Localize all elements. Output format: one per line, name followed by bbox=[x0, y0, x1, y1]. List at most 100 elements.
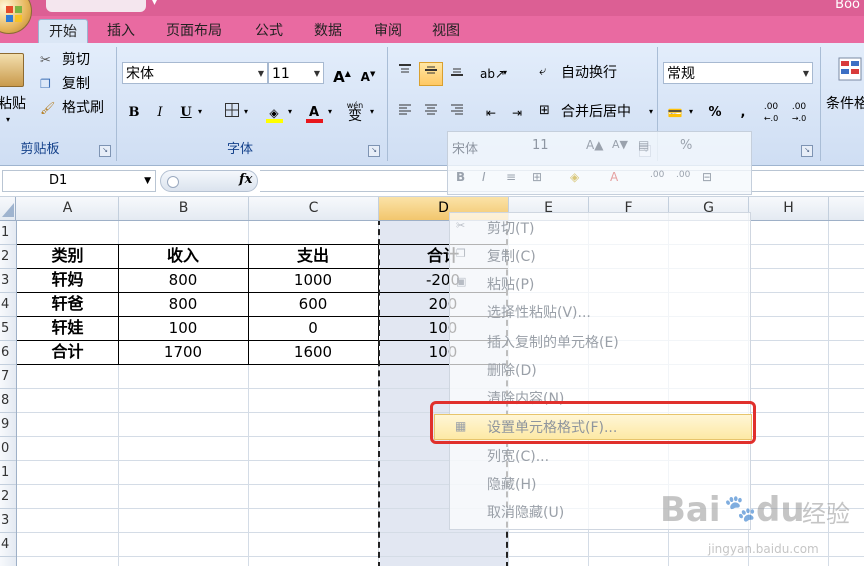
column-header-a[interactable]: A bbox=[17, 197, 119, 220]
increase-decimal-button[interactable]: .00 ←.0 bbox=[759, 101, 783, 125]
mini-grow-font-icon[interactable]: A▲ bbox=[586, 138, 603, 152]
comma-button[interactable]: , bbox=[731, 101, 755, 125]
phonetic-dropdown-icon[interactable]: ▾ bbox=[370, 107, 374, 116]
row-header[interactable]: 1 bbox=[0, 461, 16, 485]
font-color-button[interactable]: A bbox=[302, 101, 326, 125]
row-header[interactable]: 7 bbox=[0, 365, 16, 389]
row-header[interactable]: 8 bbox=[0, 389, 16, 413]
font-name-select[interactable]: 宋体 ▼ bbox=[122, 62, 268, 84]
row-header[interactable]: 2 bbox=[0, 485, 16, 509]
column-header-b[interactable]: B bbox=[119, 197, 249, 220]
align-top-button[interactable] bbox=[393, 62, 417, 86]
tab-view[interactable]: 视图 bbox=[422, 19, 470, 43]
expand-handle-icon[interactable] bbox=[167, 176, 179, 188]
italic-button[interactable]: I bbox=[148, 101, 172, 125]
row-header[interactable]: 4 bbox=[0, 293, 16, 317]
percent-button[interactable]: % bbox=[703, 101, 727, 125]
shrink-font-button[interactable]: A▼ bbox=[356, 62, 380, 86]
column-header-c[interactable]: C bbox=[249, 197, 379, 220]
table-cell[interactable]: 合计 bbox=[17, 340, 118, 364]
decrease-decimal-button[interactable]: .00 →.0 bbox=[787, 101, 811, 125]
qat-bar[interactable] bbox=[46, 0, 146, 12]
tab-formulas[interactable]: 公式 bbox=[245, 19, 293, 43]
align-bottom-button[interactable] bbox=[445, 62, 469, 86]
menu-item-paste[interactable]: 粘贴(P) bbox=[487, 273, 534, 297]
align-middle-button[interactable] bbox=[419, 62, 443, 86]
paste-dropdown-icon[interactable]: ▾ bbox=[6, 115, 10, 124]
mini-font-color-icon[interactable]: A bbox=[610, 170, 618, 184]
menu-item-paste-special[interactable]: 选择性粘贴(V)... bbox=[487, 301, 591, 325]
table-cell[interactable]: 1600 bbox=[248, 340, 378, 364]
mini-increase-decimal-icon[interactable]: .00 bbox=[650, 170, 664, 180]
menu-item-hide[interactable]: 隐藏(H) bbox=[487, 473, 536, 497]
underline-button[interactable]: U bbox=[174, 101, 198, 125]
row-header[interactable]: 4 bbox=[0, 533, 16, 557]
mini-font-size[interactable]: 11 bbox=[532, 138, 572, 156]
row-header[interactable]: 3 bbox=[0, 269, 16, 293]
table-header-income[interactable]: 收入 bbox=[118, 244, 248, 268]
increase-indent-button[interactable]: ⇥ bbox=[505, 101, 529, 125]
clipboard-dialog-launcher-icon[interactable]: ↘ bbox=[99, 145, 111, 157]
number-format-select[interactable]: 常规 ▼ bbox=[663, 62, 813, 84]
row-header[interactable]: 1 bbox=[0, 221, 16, 245]
mini-italic-button[interactable]: I bbox=[482, 170, 486, 184]
row-header[interactable]: 6 bbox=[0, 341, 16, 365]
mini-align-center-icon[interactable]: ≡ bbox=[506, 170, 516, 184]
font-size-select[interactable]: 11 ▼ bbox=[268, 62, 324, 84]
mini-percent-button[interactable]: % bbox=[680, 138, 692, 153]
mini-shrink-font-icon[interactable]: A▼ bbox=[612, 138, 628, 151]
menu-item-unhide[interactable]: 取消隐藏(U) bbox=[487, 501, 564, 525]
qat-dropdown-icon[interactable]: ▾ bbox=[152, 0, 157, 8]
table-cell[interactable]: 800 bbox=[118, 268, 248, 292]
merge-dropdown-icon[interactable]: ▾ bbox=[649, 107, 653, 116]
row-header[interactable]: 9 bbox=[0, 413, 16, 437]
grow-font-button[interactable]: A▲ bbox=[330, 62, 354, 86]
borders-dropdown-icon[interactable]: ▾ bbox=[244, 107, 248, 116]
orientation-button[interactable]: ab↗ bbox=[479, 62, 505, 86]
tab-insert[interactable]: 插入 bbox=[97, 19, 145, 43]
table-header-expense[interactable]: 支出 bbox=[248, 244, 378, 268]
row-header[interactable]: 0 bbox=[0, 437, 16, 461]
fill-color-dropdown-icon[interactable]: ▾ bbox=[288, 107, 292, 116]
table-cell[interactable]: 800 bbox=[118, 292, 248, 316]
tab-data[interactable]: 数据 bbox=[304, 19, 352, 43]
table-cell[interactable]: 轩娃 bbox=[17, 316, 118, 340]
menu-item-copy[interactable]: 复制(C) bbox=[487, 245, 536, 269]
paste-button[interactable]: 粘贴 bbox=[0, 93, 26, 113]
tab-home[interactable]: 开始 bbox=[38, 19, 88, 44]
mini-decrease-decimal-icon[interactable]: .00 bbox=[676, 170, 690, 180]
table-cell[interactable]: 轩爸 bbox=[17, 292, 118, 316]
table-cell[interactable]: 轩妈 bbox=[17, 268, 118, 292]
currency-dropdown-icon[interactable]: ▾ bbox=[689, 107, 693, 116]
menu-item-insert-copied-cells[interactable]: 插入复制的单元格(E) bbox=[487, 331, 619, 355]
table-cell[interactable]: 100 bbox=[118, 316, 248, 340]
name-box-dropdown-icon[interactable]: ▼ bbox=[144, 171, 151, 191]
underline-dropdown-icon[interactable]: ▾ bbox=[198, 107, 202, 116]
conditional-format-button[interactable]: 条件格 bbox=[826, 93, 864, 113]
table-cell[interactable]: 600 bbox=[248, 292, 378, 316]
table-cell[interactable]: 1000 bbox=[248, 268, 378, 292]
orientation-dropdown-icon[interactable]: ▾ bbox=[503, 68, 507, 77]
table-header-category[interactable]: 类别 bbox=[17, 244, 118, 268]
menu-item-cut[interactable]: 剪切(T) bbox=[487, 217, 534, 241]
mini-fill-color-icon[interactable]: ◈ bbox=[570, 170, 579, 184]
row-header[interactable]: 2 bbox=[0, 245, 16, 269]
align-right-button[interactable] bbox=[445, 101, 469, 125]
borders-button[interactable] bbox=[220, 101, 244, 125]
mini-borders-icon[interactable]: ⊞ bbox=[532, 170, 542, 184]
insert-function-button[interactable]: fx bbox=[239, 172, 252, 187]
menu-item-column-width[interactable]: 列宽(C)... bbox=[487, 445, 549, 469]
table-cell[interactable]: 1700 bbox=[118, 340, 248, 364]
mini-bold-button[interactable]: B bbox=[456, 170, 465, 184]
font-color-dropdown-icon[interactable]: ▾ bbox=[328, 107, 332, 116]
column-header-h[interactable]: H bbox=[749, 197, 829, 220]
fill-color-button[interactable]: ◈ bbox=[262, 101, 286, 125]
phonetic-button[interactable]: wén 变 bbox=[340, 99, 370, 127]
align-left-button[interactable] bbox=[393, 101, 417, 125]
tab-review[interactable]: 审阅 bbox=[364, 19, 412, 43]
currency-button[interactable]: 💳 bbox=[663, 101, 687, 125]
tab-page-layout[interactable]: 页面布局 bbox=[156, 19, 232, 43]
mini-merge-icon[interactable]: ⊟ bbox=[702, 170, 712, 184]
mini-font-name[interactable]: 宋体 bbox=[452, 138, 518, 157]
table-cell[interactable]: 0 bbox=[248, 316, 378, 340]
